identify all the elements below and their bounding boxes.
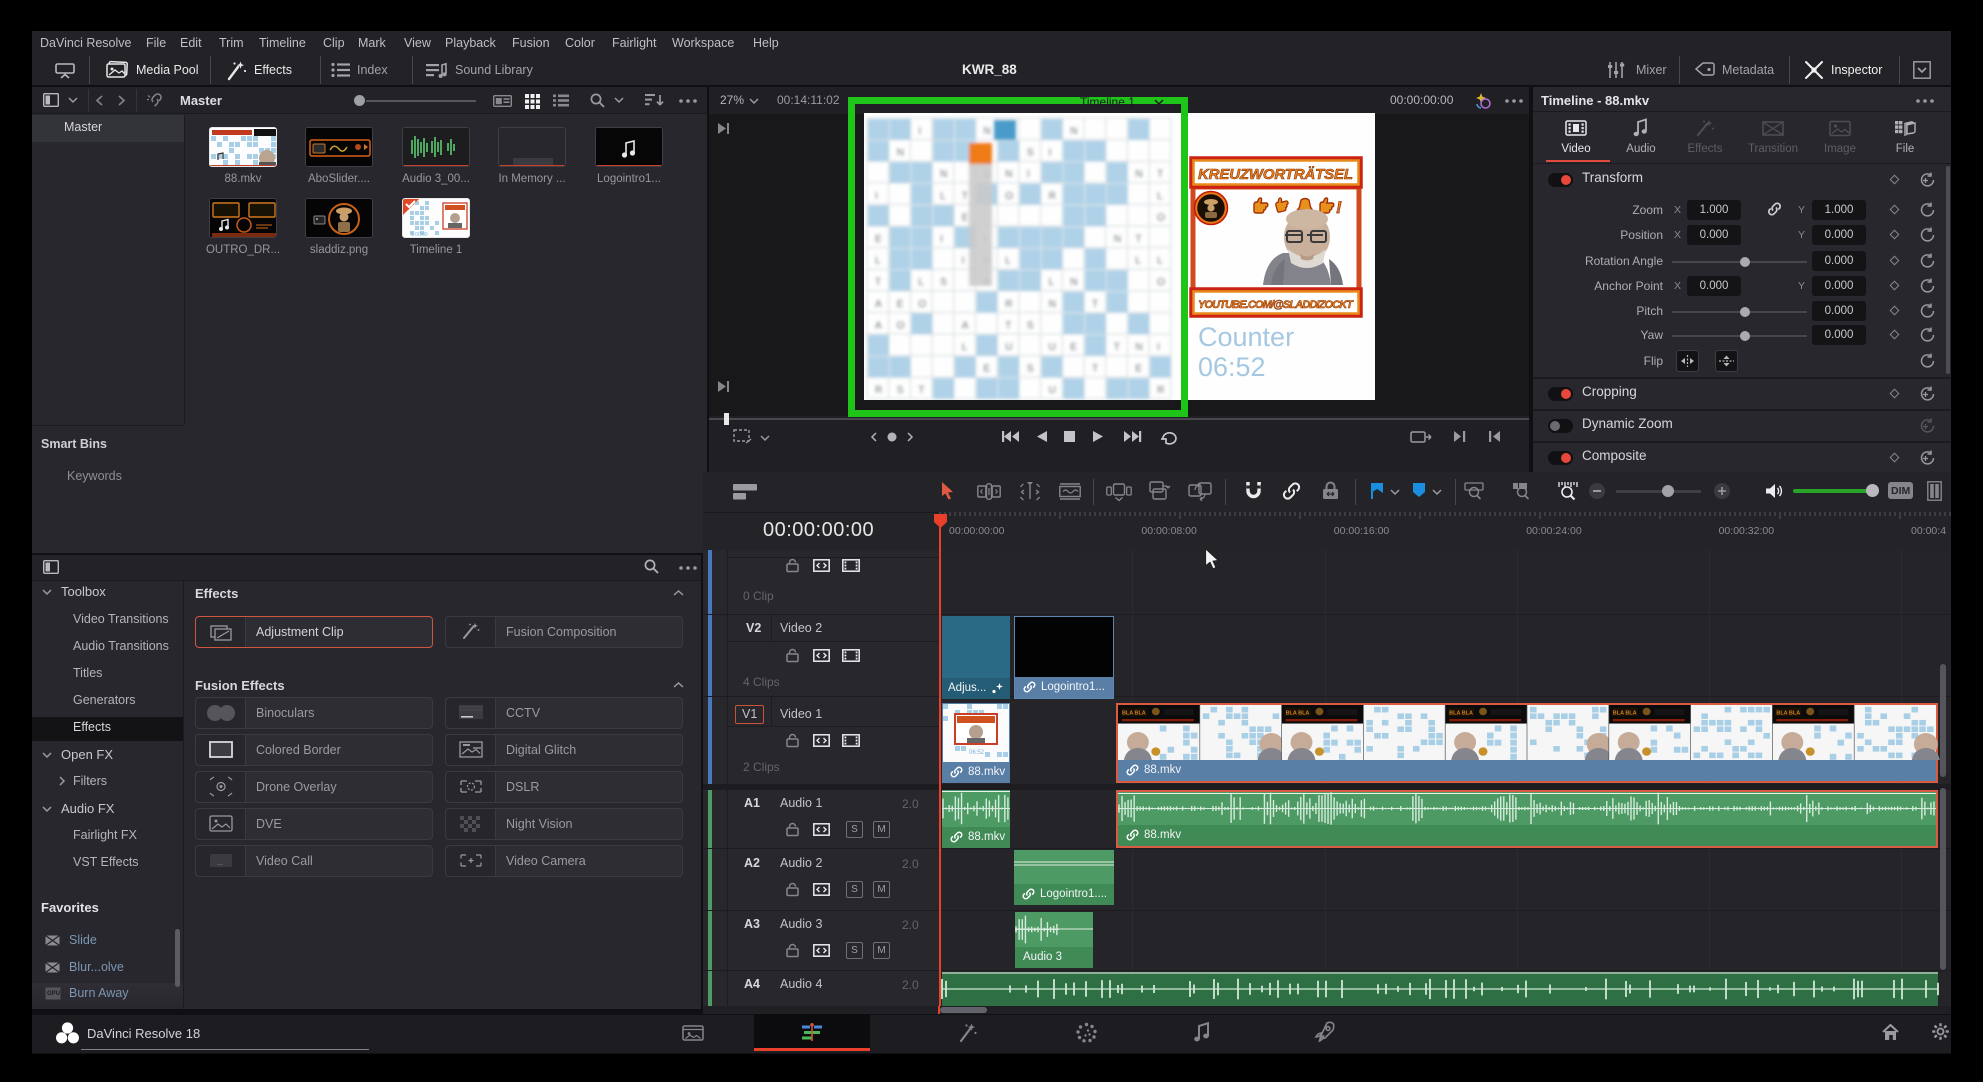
svg-text:BLA BLA: BLA BLA <box>1286 710 1310 716</box>
svg-text:1:00:00: 1:00:00 <box>411 232 428 238</box>
svg-text:00:00:16:00: 00:00:16:00 <box>1334 525 1390 537</box>
svg-text:...: ... <box>217 860 223 867</box>
svg-text:BLA BLA: BLA BLA <box>1613 710 1637 716</box>
svg-text:KREUZWORTRÄTSEL: KREUZWORTRÄTSEL <box>1198 166 1353 183</box>
svg-text:GPU: GPU <box>47 991 60 997</box>
svg-text:00:00:32:00: 00:00:32:00 <box>1719 525 1775 537</box>
svg-text:00:00:08:00: 00:00:08:00 <box>1141 525 1197 537</box>
svg-text:06:52: 06:52 <box>969 750 985 756</box>
svg-text:00:00:24:00: 00:00:24:00 <box>1526 525 1582 537</box>
svg-text:BLA BLA: BLA BLA <box>1122 710 1146 716</box>
svg-text:YOUTUBE.COM/@SLADDIZOCKT: YOUTUBE.COM/@SLADDIZOCKT <box>1198 299 1354 311</box>
svg-text:!: ! <box>1336 198 1342 217</box>
svg-text:06:52: 06:52 <box>1198 352 1266 382</box>
svg-text:BLA BLA: BLA BLA <box>1449 710 1473 716</box>
svg-text:00:00:00:00: 00:00:00:00 <box>949 525 1005 537</box>
svg-text:BLA BLA: BLA BLA <box>1776 710 1800 716</box>
svg-text:00:00:4: 00:00:4 <box>1911 525 1946 537</box>
svg-text:Counter: Counter <box>1198 322 1294 352</box>
